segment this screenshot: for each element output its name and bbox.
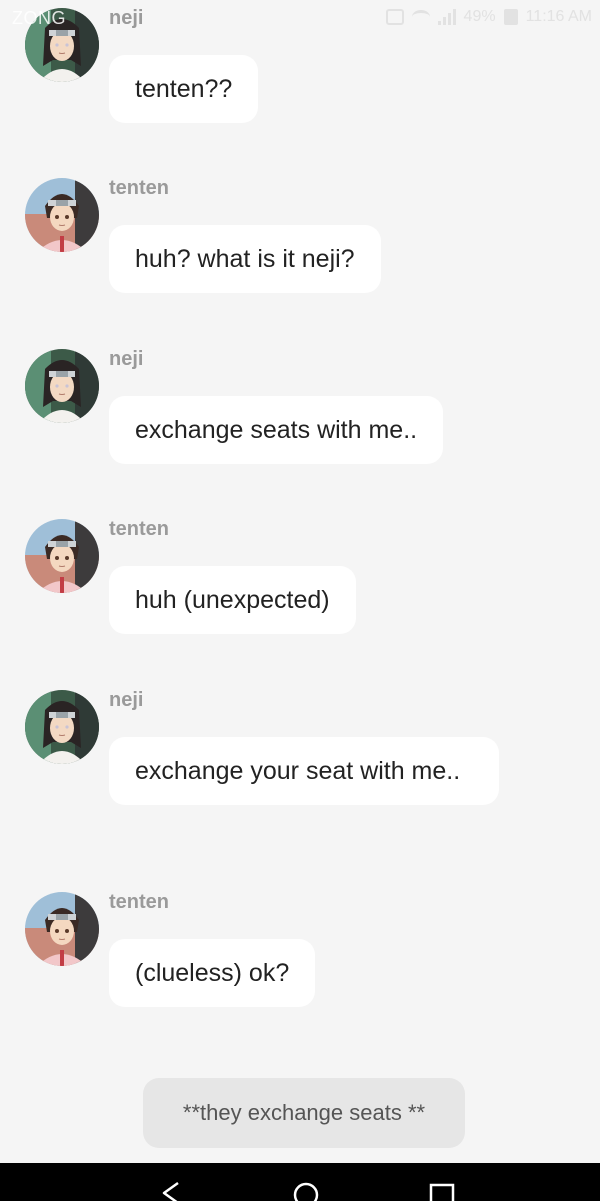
message-bubble[interactable]: tenten?? xyxy=(109,55,259,123)
back-triangle-icon[interactable] xyxy=(152,1177,192,1201)
message-bubble[interactable]: exchange seats with me.. xyxy=(109,396,444,464)
narration-bubble[interactable]: **they exchange seats ** xyxy=(143,1078,465,1148)
sender-name: neji xyxy=(109,7,144,29)
message-bubble[interactable]: exchange your seat with me.. xyxy=(109,737,499,805)
chat-thread[interactable]: neji tenten?? tenten huh? what is it nej… xyxy=(0,0,600,1163)
message-bubble[interactable]: (clueless) ok? xyxy=(109,939,316,1007)
message-bubble[interactable]: huh? what is it neji? xyxy=(109,225,381,293)
sender-name: tenten xyxy=(109,177,169,199)
neji-avatar[interactable] xyxy=(25,8,99,82)
sender-name: neji xyxy=(109,348,144,370)
sender-name: neji xyxy=(109,689,144,711)
neji-avatar[interactable] xyxy=(25,349,99,423)
sender-name: tenten xyxy=(109,891,169,913)
sender-name: tenten xyxy=(109,518,169,540)
navigation-bar xyxy=(0,1163,600,1201)
recents-square-icon[interactable] xyxy=(422,1177,462,1201)
home-circle-icon[interactable] xyxy=(286,1177,326,1201)
neji-avatar[interactable] xyxy=(25,690,99,764)
tenten-avatar[interactable] xyxy=(25,892,99,966)
message-bubble[interactable]: huh (unexpected) xyxy=(109,566,356,634)
tenten-avatar[interactable] xyxy=(25,519,99,593)
tenten-avatar[interactable] xyxy=(25,178,99,252)
